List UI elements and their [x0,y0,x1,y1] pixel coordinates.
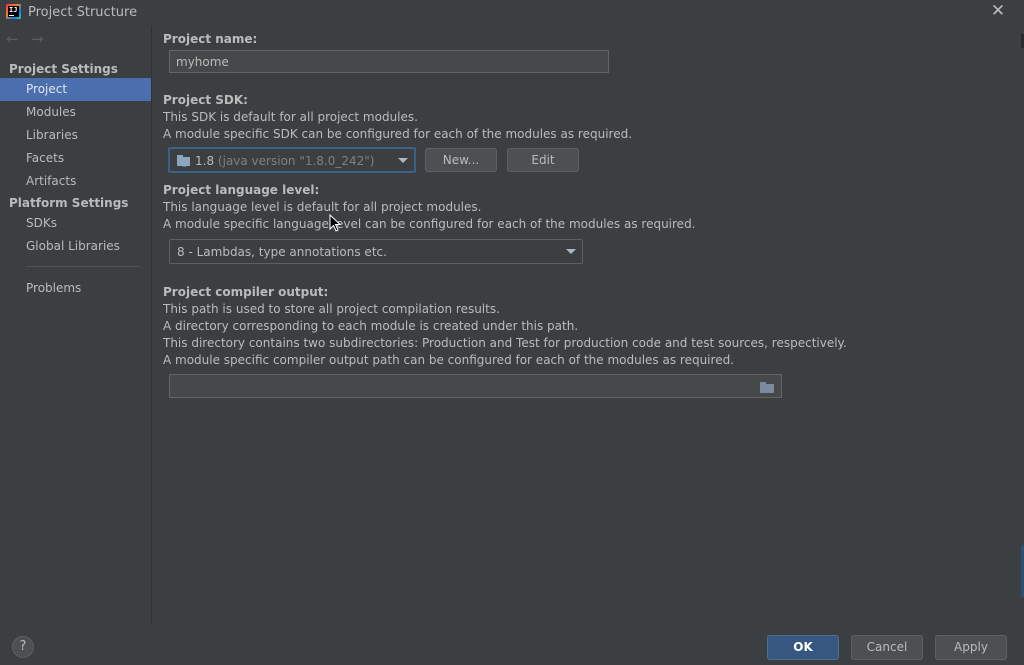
sdk-new-button[interactable]: New... [425,148,497,172]
language-level-value: 8 - Lambdas, type annotations etc. [177,245,387,259]
sidebar-item-global-libraries[interactable]: Global Libraries [0,235,151,258]
project-structure-dialog: IJ Project Structure ✕ ← → Project Settin… [0,0,1024,665]
sidebar-item-artifacts[interactable]: Artifacts [0,170,151,193]
window-title: Project Structure [28,5,138,20]
help-button[interactable]: ? [12,636,34,658]
compiler-output-desc-1: This path is used to store all project c… [163,302,500,316]
sidebar-item-problems[interactable]: Problems [0,277,151,300]
mouse-cursor-icon [329,214,341,232]
project-sdk-desc-2: A module specific SDK can be configured … [163,127,633,141]
platform-settings-header: Platform Settings [9,196,129,210]
title-bar: IJ Project Structure ✕ [0,0,1024,26]
intellij-app-icon: IJ [6,4,21,19]
language-level-label: Project language level: [163,183,320,197]
project-sdk-desc-1: This SDK is default for all project modu… [163,110,418,124]
project-settings-panel: Project name: Project SDK: This SDK is d… [152,26,1024,623]
nav-arrows: ← → [6,32,56,48]
chevron-down-icon [566,249,576,254]
sidebar: ← → Project Settings Project Modules Libr… [0,26,152,623]
project-name-label: Project name: [163,32,258,46]
back-arrow-icon[interactable]: ← [6,32,22,48]
sidebar-item-project[interactable]: Project [0,78,151,101]
language-level-desc-2: A module specific language level can be … [163,217,696,231]
sdk-version: 1.8 [195,154,215,168]
sdk-version-detail: (java version "1.8.0_242") [217,154,375,168]
project-settings-header: Project Settings [9,62,118,76]
forward-arrow-icon[interactable]: → [31,32,47,48]
sidebar-divider [26,266,141,267]
sdk-edit-button[interactable]: Edit [507,148,579,172]
language-level-dropdown[interactable]: 8 - Lambdas, type annotations etc. [169,239,583,264]
sidebar-item-sdks[interactable]: SDKs [0,212,151,235]
language-level-desc-1: This language level is default for all p… [163,200,482,214]
browse-folder-icon[interactable] [760,381,774,395]
chevron-down-icon [398,158,408,163]
ok-button[interactable]: OK [767,635,839,660]
jdk-folder-icon [177,155,191,167]
close-icon[interactable]: ✕ [990,2,1006,20]
sidebar-item-libraries[interactable]: Libraries [0,124,151,147]
compiler-output-desc-3: This directory contains two subdirectori… [163,336,847,350]
sidebar-item-facets[interactable]: Facets [0,147,151,170]
compiler-output-desc-4: A module specific compiler output path c… [163,353,735,367]
compiler-output-desc-2: A directory corresponding to each module… [163,319,579,333]
apply-button[interactable]: Apply [935,635,1007,660]
project-sdk-dropdown[interactable]: 1.8 (java version "1.8.0_242") [168,147,416,173]
compiler-output-field[interactable] [169,374,782,398]
cancel-button[interactable]: Cancel [851,635,923,660]
compiler-output-label: Project compiler output: [163,285,329,299]
project-sdk-label: Project SDK: [163,93,248,107]
project-name-input[interactable] [169,50,609,73]
dialog-footer: ? OK Cancel Apply [0,623,1024,665]
sidebar-item-modules[interactable]: Modules [0,101,151,124]
